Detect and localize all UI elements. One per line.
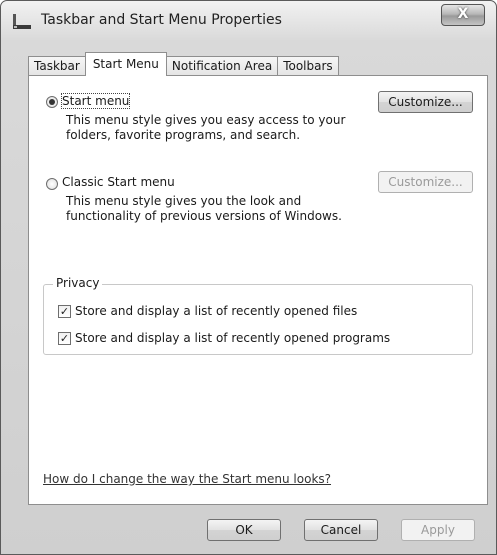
recent-files-label[interactable]: Store and display a list of recently ope… xyxy=(75,304,357,318)
cancel-button[interactable]: Cancel xyxy=(304,519,378,541)
recent-programs-checkbox[interactable]: ✓ xyxy=(58,332,71,345)
customize-classic-button[interactable]: Customize... xyxy=(378,171,473,193)
tab-taskbar[interactable]: Taskbar xyxy=(28,56,86,76)
classic-start-menu-radio[interactable] xyxy=(46,178,58,190)
taskbar-icon xyxy=(12,12,32,30)
window-title: Taskbar and Start Menu Properties xyxy=(41,12,282,28)
checkmark-icon: ✓ xyxy=(59,332,70,345)
tab-start-menu[interactable]: Start Menu xyxy=(84,52,167,76)
radio-selected-dot xyxy=(49,99,55,105)
apply-button[interactable]: Apply xyxy=(401,519,475,541)
title-bar[interactable]: Taskbar and Start Menu Properties X xyxy=(1,1,496,41)
tab-strip: Taskbar Start Menu Notification Area Too… xyxy=(28,52,339,76)
recent-files-checkbox[interactable]: ✓ xyxy=(58,305,71,318)
customize-start-menu-button[interactable]: Customize... xyxy=(378,91,473,113)
properties-dialog: Taskbar and Start Menu Properties X Task… xyxy=(0,0,497,555)
start-menu-panel: Start menu This menu style gives you eas… xyxy=(28,75,488,505)
close-button[interactable]: X xyxy=(441,4,485,26)
classic-start-menu-label[interactable]: Classic Start menu xyxy=(62,175,175,189)
start-menu-description: This menu style gives you easy access to… xyxy=(66,113,346,142)
tab-notification-area[interactable]: Notification Area xyxy=(165,56,279,76)
ok-button[interactable]: OK xyxy=(207,519,281,541)
start-menu-label[interactable]: Start menu xyxy=(60,93,131,109)
help-link[interactable]: How do I change the way the Start menu l… xyxy=(43,472,331,486)
tab-toolbars[interactable]: Toolbars xyxy=(277,56,339,76)
classic-start-menu-description: This menu style gives you the look and f… xyxy=(66,194,342,223)
start-menu-radio[interactable] xyxy=(46,96,58,108)
privacy-legend: Privacy xyxy=(53,276,103,290)
checkmark-icon: ✓ xyxy=(59,305,70,318)
close-icon: X xyxy=(457,6,469,22)
recent-programs-label[interactable]: Store and display a list of recently ope… xyxy=(75,331,390,345)
